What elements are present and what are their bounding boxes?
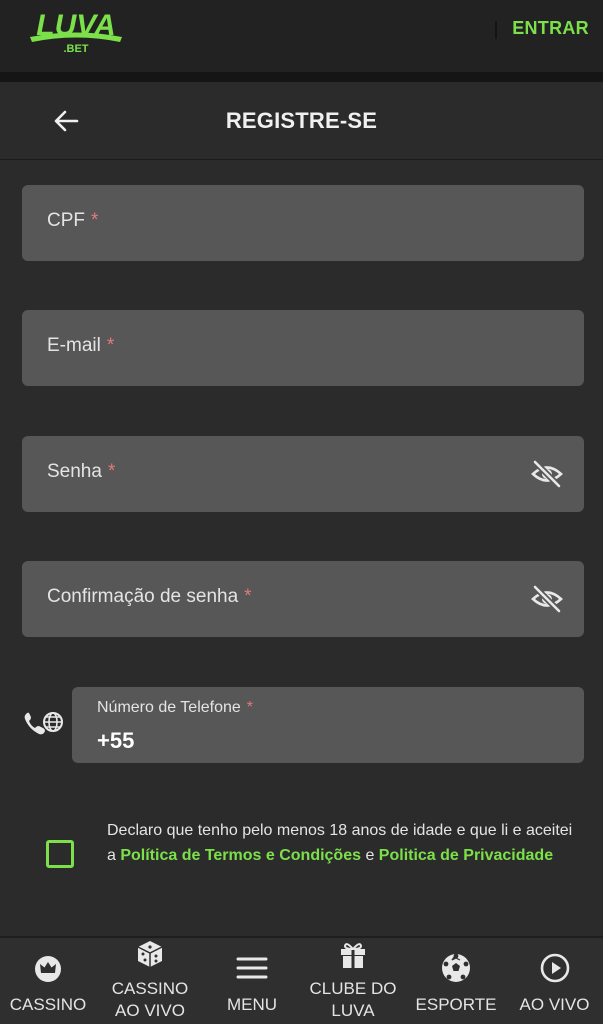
header-divider — [495, 21, 497, 39]
phone-globe-icon — [20, 706, 64, 746]
soccer-ball-icon — [442, 952, 470, 982]
required-mark: * — [106, 335, 115, 356]
required-mark: * — [246, 699, 254, 716]
password-field[interactable]: Senha * — [22, 436, 584, 512]
age-terms-checkbox[interactable] — [46, 840, 74, 868]
required-mark: * — [91, 210, 99, 231]
eye-off-icon[interactable] — [530, 459, 564, 489]
nav-item-cassino-ao-vivo[interactable]: CASSINO AO VIVO — [96, 938, 204, 1024]
consent-text: Declaro que tenho pelo menos 18 anos de … — [107, 822, 573, 864]
svg-text:.BET: .BET — [63, 43, 88, 54]
nav-item-esporte[interactable]: ESPORTE — [406, 938, 506, 1024]
top-header: LUVA .BET ENTRAR — [0, 0, 603, 72]
nav-label: CASSINO AO VIVO — [111, 979, 189, 1020]
password-label: Senha * — [47, 461, 116, 482]
email-label: E-mail * — [47, 335, 115, 356]
play-circle-icon — [540, 953, 569, 983]
email-field[interactable]: E-mail * — [22, 310, 584, 386]
bottom-nav: CASSINO CASSINO AO VIVO MENU CLUBE DO LU… — [0, 936, 603, 1024]
gift-icon — [341, 943, 365, 968]
phone-label: Número de Telefone * — [97, 699, 254, 716]
eye-off-icon[interactable] — [530, 584, 564, 614]
nav-item-ao-vivo[interactable]: AO VIVO — [506, 938, 603, 1024]
cpf-field[interactable]: CPF * — [22, 185, 584, 261]
confirm-password-field[interactable]: Confirmação de senha * — [22, 561, 584, 637]
page-title: REGISTRE-SE — [225, 108, 378, 133]
title-bar: REGISTRE-SE — [0, 82, 603, 160]
login-button[interactable]: ENTRAR — [512, 18, 589, 39]
nav-item-menu[interactable]: MENU — [204, 938, 300, 1024]
phone-number-field[interactable]: Número de Telefone * +55 — [72, 687, 584, 763]
nav-label: CLUBE DO LUVA — [309, 979, 397, 1020]
nav-label: ESPORTE — [415, 995, 497, 1014]
nav-item-clube-do-luva[interactable]: CLUBE DO LUVA — [300, 938, 406, 1024]
phone-country-code: +55 — [97, 728, 135, 753]
confirm-password-label: Confirmação de senha * — [47, 586, 252, 607]
dice-icon — [137, 941, 163, 967]
required-mark: * — [107, 461, 116, 482]
nav-label: AO VIVO — [519, 995, 590, 1014]
header-separator — [0, 72, 603, 82]
cpf-label: CPF * — [47, 210, 99, 231]
hamburger-icon — [236, 957, 268, 979]
required-mark: * — [244, 586, 252, 607]
nav-item-cassino[interactable]: CASSINO — [0, 938, 96, 1024]
nav-label: MENU — [226, 995, 278, 1014]
crown-icon — [35, 956, 61, 982]
brand-logo[interactable]: LUVA .BET — [24, 8, 128, 54]
privacy-link[interactable]: Politica de Privacidade — [379, 847, 553, 864]
nav-label: CASSINO — [9, 995, 87, 1014]
terms-link[interactable]: Política de Termos e Condições — [120, 847, 361, 864]
